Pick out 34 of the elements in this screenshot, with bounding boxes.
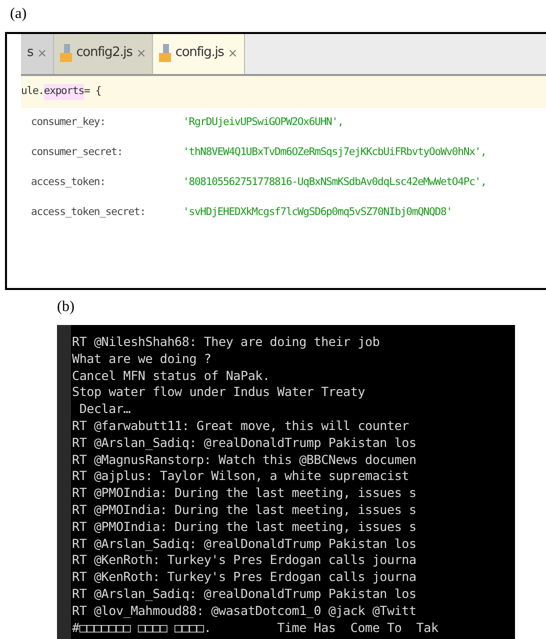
terminal-line: What are we doing ? — [72, 350, 212, 368]
terminal-line: RT @lov_Mahmoud88: @wasatDotcom1_0 @jack @Twitt — [72, 602, 418, 620]
terminal-line: RT @NileshShah68: They are doing their job — [72, 334, 381, 351]
terminal-line: #□□□□□□□ □□□□ □□□□. Time Has Come To Tak — [72, 620, 440, 636]
terminal-line: RT @KenRoth: Turkey's Pres Erdogan calls journa — [72, 569, 418, 586]
file-tab[interactable]: s × — [21, 34, 54, 74]
code-key: consumer_key: — [31, 115, 183, 131]
terminal-line: RT @farwabutt11: Great move, this will counter — [72, 418, 410, 435]
code-string: 'RgrDUjeivUPSwiGOPW2Ox6UHN', — [183, 115, 344, 130]
code-key: access_token: — [31, 175, 183, 191]
code-key: access_token_secret: — [31, 205, 183, 221]
terminal-line: Stop water flow under Indus Water Treaty — [72, 384, 366, 402]
close-icon[interactable]: × — [228, 44, 238, 62]
terminal-line: RT @PMOIndia: During the last meeting, issues s — [72, 502, 418, 519]
terminal-line: RT @MagnusRanstorp: Watch this @BBCNews documen — [72, 452, 418, 468]
figure-label: (a) — [10, 5, 27, 24]
terminal-line: RT @KenRoth: Turkey's Pres Erdogan calls journa — [72, 552, 418, 570]
terminal-line: RT @PMOIndia: During the last meeting, issues s — [72, 518, 418, 536]
terminal-line: RT @Arslan_Sadiq: @realDonaldTrump Pakistan los — [72, 434, 418, 452]
figure-label: (b) — [57, 298, 74, 317]
code-key: consumer_secret: — [31, 145, 183, 161]
js-file-icon — [60, 44, 72, 62]
terminal-line: RT @PMOIndia: During the last meeting, issues s — [72, 485, 418, 502]
file-tab[interactable]: config2.js × — [54, 34, 154, 74]
terminal-line: Declar… — [78, 401, 132, 418]
code-string: 'svHDjEHEDXkMcgsf7lcWgSD6p0mq5vSZ70NIbj0mQNQD8' — [183, 205, 452, 220]
code-string: '808105562751778816-UqBxNSmKSdbAv0dqLsc42eMwWetO4Pc', — [183, 175, 486, 190]
code-string: 'thN8VEW4Q1UBxTvDm6OZeRmSqsj7ejKKcbUiFRbvtyOoWv0hNx', — [183, 145, 486, 160]
terminal-line: RT @ajplus: Taylor Wilson, a white supremacist — [72, 468, 410, 486]
terminal-line: RT @Arslan_Sadiq: @realDonaldTrump Pakistan los — [72, 586, 418, 603]
js-file-icon — [159, 44, 172, 62]
terminal-line: Cancel MFN status of NaPak. — [72, 368, 271, 384]
file-tab[interactable]: config.js × — [153, 34, 245, 74]
terminal-line: RT @Arslan_Sadiq: @realDonaldTrump Pakistan los — [72, 536, 418, 552]
